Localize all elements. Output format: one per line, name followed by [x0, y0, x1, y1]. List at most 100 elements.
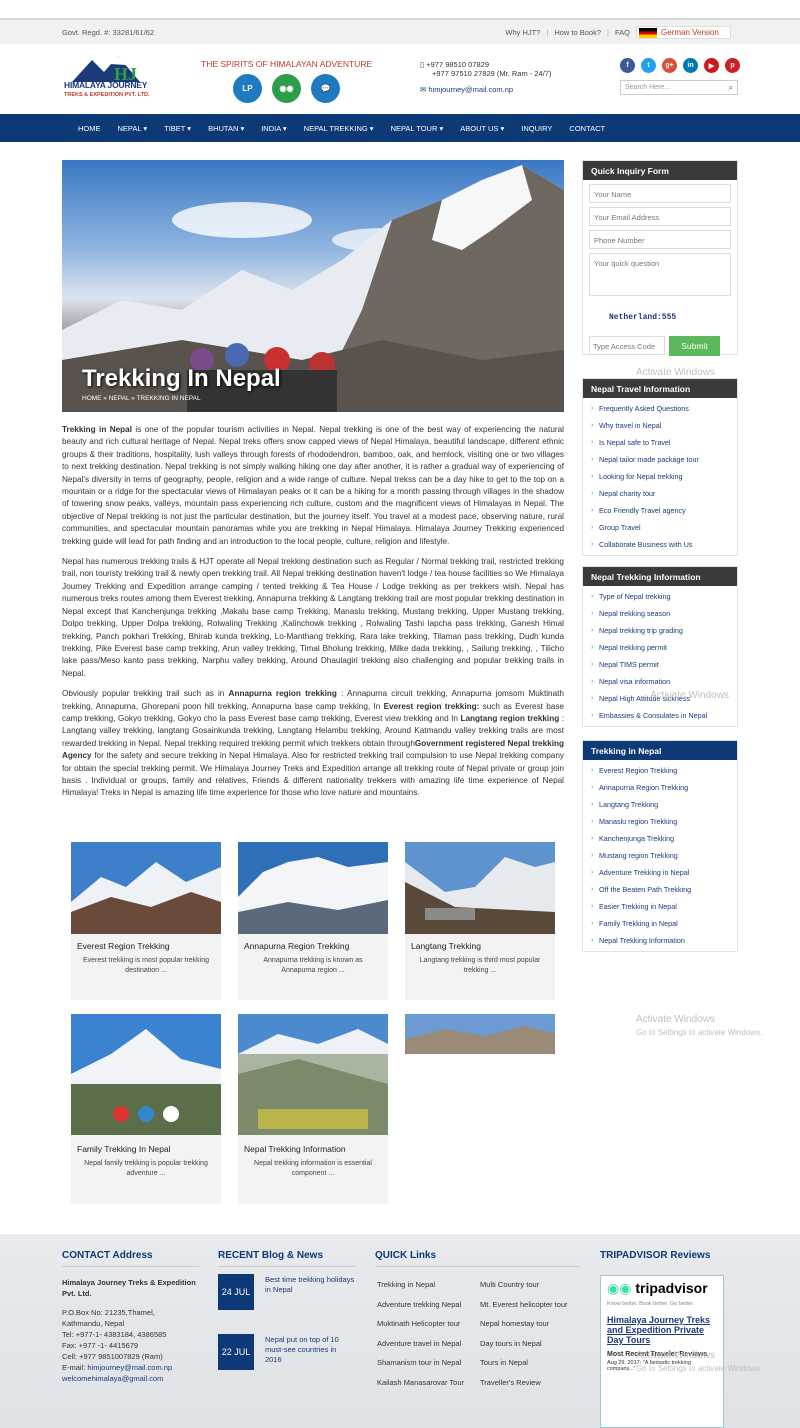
- footer-blog-title: RECENT Blog & News: [218, 1250, 324, 1261]
- card-langtang[interactable]: Langtang Trekking Langtang trekking is t…: [405, 842, 555, 1000]
- submit-button[interactable]: Submit: [669, 336, 720, 356]
- trekking-nepal-title: Trekking in Nepal: [583, 741, 737, 760]
- search-input[interactable]: Search Here... ⌕: [620, 80, 738, 95]
- footer-email-1[interactable]: himjourney@mail.com.np: [87, 1363, 172, 1372]
- quick-link[interactable]: Adventure trekking Nepal: [377, 1300, 461, 1309]
- email-field[interactable]: Your Email Address: [589, 207, 731, 226]
- trek-info-item[interactable]: Nepal visa information: [583, 673, 737, 690]
- trekking-nepal-item[interactable]: Kanchenjunga Trekking: [583, 830, 737, 847]
- hero-title: Trekking In Nepal: [82, 365, 281, 392]
- annapurna-link[interactable]: Annapurna region trekking: [229, 689, 337, 698]
- travel-info-item[interactable]: Nepal tailor made package tour: [583, 451, 737, 468]
- card-trek-info[interactable]: Nepal Trekking Information Nepal trekkin…: [238, 1014, 388, 1204]
- activate-windows-hint: Go to Settings to activate Windows.: [636, 1028, 763, 1037]
- linkedin-icon[interactable]: in: [683, 58, 698, 73]
- trekking-nepal-item[interactable]: Manaslu region Trekking: [583, 813, 737, 830]
- quick-link[interactable]: Shamanism tour in Nepal: [377, 1358, 461, 1367]
- quick-link[interactable]: Multi Country tour: [480, 1280, 539, 1289]
- faq-link[interactable]: FAQ: [615, 28, 630, 37]
- card-description: Everest trekking is most popular trekkin…: [82, 957, 210, 974]
- quick-link[interactable]: Adventure travel in Nepal: [377, 1339, 461, 1348]
- nav-home[interactable]: HOME: [78, 124, 101, 133]
- question-field[interactable]: Your quick question: [589, 253, 731, 296]
- blog-title[interactable]: Nepal put on top of 10 must-see countrie…: [265, 1335, 355, 1365]
- tripadvisor-listing-link[interactable]: Himalaya Journey Treks and Expedition Pr…: [601, 1307, 723, 1345]
- nav-inquiry[interactable]: INQUIRY: [521, 124, 552, 133]
- twitter-icon[interactable]: t: [641, 58, 656, 73]
- tripadvisor-owl-icon[interactable]: ◉◉: [272, 74, 301, 103]
- nav-bhutan[interactable]: BHUTAN ▾: [208, 124, 244, 133]
- travel-info-item[interactable]: Eco Friendly Travel agency: [583, 502, 737, 519]
- nav-india[interactable]: INDIA ▾: [261, 124, 286, 133]
- nav-contact[interactable]: CONTACT: [569, 124, 605, 133]
- facebook-icon[interactable]: f: [620, 58, 635, 73]
- trekking-nepal-item[interactable]: Langtang Trekking: [583, 796, 737, 813]
- phone-1: +977 98510 07829: [426, 60, 489, 69]
- trekking-nepal-item[interactable]: Mustang region Trekking: [583, 847, 737, 864]
- card-everest[interactable]: Everest Region Trekking Everest trekking…: [71, 842, 221, 1000]
- quick-link[interactable]: Traveller's Review: [480, 1378, 541, 1387]
- footer-quick-links: QUICK Links: [375, 1250, 585, 1277]
- access-code-field[interactable]: Type Access Code: [589, 336, 665, 355]
- chat-bubble-icon[interactable]: 💬: [311, 74, 340, 103]
- header-email[interactable]: himjourney@mail.com.np: [428, 85, 513, 94]
- quick-link[interactable]: Muktinath Helicopter tour: [377, 1319, 460, 1328]
- travel-info-item[interactable]: Why travel in Nepal: [583, 417, 737, 434]
- trek-info-item[interactable]: Nepal trekking season: [583, 605, 737, 622]
- trekking-nepal-item[interactable]: Everest Region Trekking: [583, 762, 737, 779]
- trekking-nepal-item[interactable]: Annapurna Region Trekking: [583, 779, 737, 796]
- activate-windows-watermark: Activate Windows: [636, 1014, 715, 1025]
- pinterest-icon[interactable]: p: [725, 58, 740, 73]
- trek-info-item[interactable]: Type of Nepal trekking: [583, 588, 737, 605]
- trek-info-item[interactable]: Embassies & Consulates in Nepal: [583, 707, 737, 724]
- quick-link[interactable]: Tours in Nepal: [480, 1358, 528, 1367]
- quick-link[interactable]: Kailash Manasarovar Tour: [377, 1378, 464, 1387]
- name-field[interactable]: Your Name: [589, 184, 731, 203]
- landscape-thumbnail[interactable]: [405, 1014, 555, 1054]
- travel-info-item[interactable]: Collaborate Business with Us: [583, 536, 737, 553]
- quick-link[interactable]: Trekking in Nepal: [377, 1280, 435, 1289]
- trekking-nepal-item[interactable]: Off the Beaten Path Trekking: [583, 881, 737, 898]
- travel-info-item[interactable]: Is Nepal safe to Travel: [583, 434, 737, 451]
- nav-nepal-tour[interactable]: NEPAL TOUR ▾: [391, 124, 444, 133]
- trekking-nepal-item[interactable]: Family Trekking in Nepal: [583, 915, 737, 932]
- trekking-nepal-item[interactable]: Easier Trekking in Nepal: [583, 898, 737, 915]
- trek-info-item[interactable]: Nepal trekking permit: [583, 639, 737, 656]
- inquiry-form: Quick Inquiry Form Your Name Your Email …: [582, 160, 738, 356]
- youtube-icon[interactable]: ▶: [704, 58, 719, 73]
- travel-info-item[interactable]: Nepal charity tour: [583, 485, 737, 502]
- nav-about-us[interactable]: ABOUT US ▾: [460, 124, 504, 133]
- how-to-book-link[interactable]: How to Book?: [554, 28, 601, 37]
- footer-email-2[interactable]: welcomehimalaya@gmail.com: [62, 1373, 202, 1384]
- quick-link[interactable]: Mt. Everest helicopter tour: [480, 1300, 568, 1309]
- google-plus-icon[interactable]: g+: [662, 58, 677, 73]
- email-label: E-mail:: [62, 1363, 88, 1372]
- why-hjt-link[interactable]: Why HJT?: [505, 28, 540, 37]
- card-annapurna[interactable]: Annapurna Region Trekking Annapurna trek…: [238, 842, 388, 1000]
- nav-tibet[interactable]: TIBET ▾: [164, 124, 191, 133]
- german-version-button[interactable]: German Version: [636, 26, 731, 39]
- card-title: Langtang Trekking: [411, 941, 481, 951]
- trekking-nepal-item[interactable]: Nepal Trekking Information: [583, 932, 737, 949]
- travel-info-item[interactable]: Frequently Asked Questions: [583, 400, 737, 417]
- lonely-planet-icon[interactable]: LP: [233, 74, 262, 103]
- langtang-link[interactable]: Langtang region trekking: [460, 714, 559, 723]
- everest-link[interactable]: Everest region trekking:: [384, 702, 480, 711]
- blog-title[interactable]: Best time trekking holidays in Nepal: [265, 1275, 355, 1295]
- search-icon[interactable]: ⌕: [729, 83, 733, 93]
- trekking-nepal-item[interactable]: Adventure Trekking in Nepal: [583, 864, 737, 881]
- travel-info-item[interactable]: Group Travel: [583, 519, 737, 536]
- nav-nepal-trekking[interactable]: NEPAL TREKKING ▾: [304, 124, 374, 133]
- annapurna-thumbnail: [238, 842, 388, 934]
- nav-nepal[interactable]: NEPAL ▾: [118, 124, 148, 133]
- site-logo[interactable]: HJ HIMALAYA JOURNEY TREKS & EXPEDITION P…: [62, 54, 170, 104]
- travel-info-item[interactable]: Looking for Nepal trekking: [583, 468, 737, 485]
- tripadvisor-owl-icon: ◉◉: [607, 1280, 632, 1296]
- footer-tripadvisor: TRIPADVISOR Reviews: [600, 1250, 710, 1273]
- quick-link[interactable]: Nepal homestay tour: [480, 1319, 549, 1328]
- card-family[interactable]: Family Trekking In Nepal Nepal family tr…: [71, 1014, 221, 1204]
- phone-field[interactable]: Phone Number: [589, 230, 731, 249]
- quick-link[interactable]: Day tours in Nepal: [480, 1339, 542, 1348]
- trek-info-item[interactable]: Nepal trekking trip grading: [583, 622, 737, 639]
- trek-info-item[interactable]: Nepal TIMS permit: [583, 656, 737, 673]
